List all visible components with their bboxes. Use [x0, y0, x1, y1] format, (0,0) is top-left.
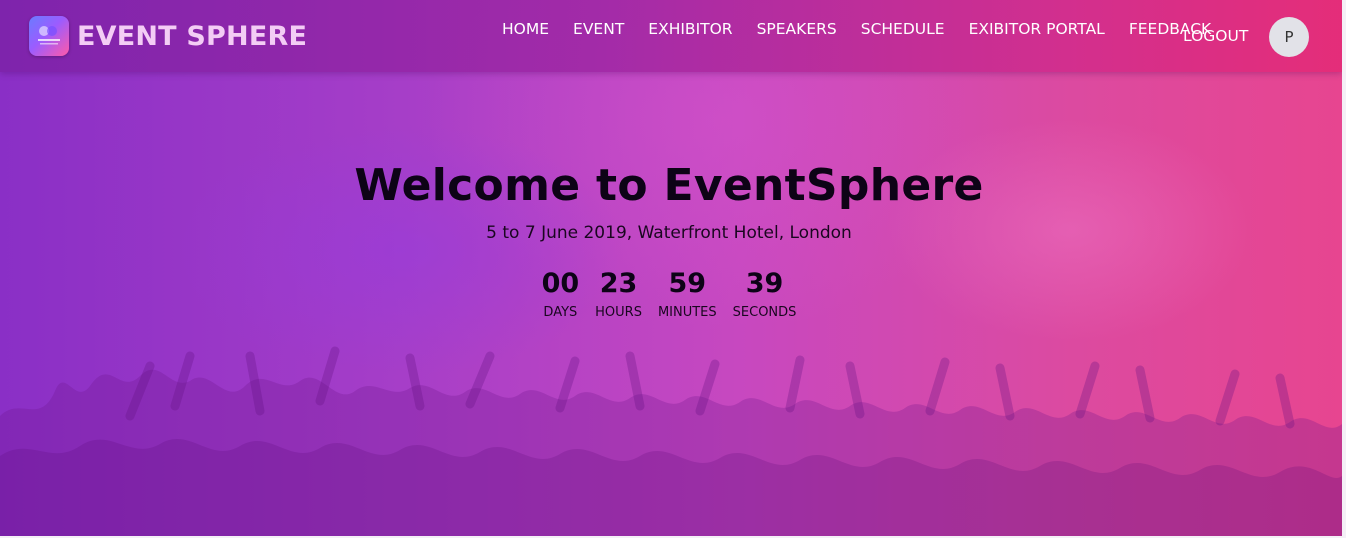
nav-item-schedule[interactable]: SCHEDULE [849, 18, 957, 40]
countdown-hours-label: HOURS [595, 305, 642, 320]
brand[interactable]: EVENT SPHERE [29, 16, 307, 56]
nav-item-exhibitor[interactable]: EXHIBITOR [636, 18, 744, 40]
countdown-hours-value: 23 [599, 268, 638, 299]
countdown-timer: 00 DAYS 23 HOURS 59 MINUTES 39 SECONDS [0, 268, 1338, 321]
page-edge-right [1342, 0, 1346, 538]
hero-title: Welcome to EventSphere [354, 160, 984, 211]
page: EVENT SPHERE HOME EVENT EXHIBITOR SPEAKE… [0, 0, 1346, 538]
countdown-seconds-value: 39 [745, 268, 784, 299]
user-avatar[interactable]: P [1269, 17, 1309, 57]
crowd-silhouette [0, 346, 1342, 536]
nav-item-exhibitor-portal[interactable]: EXIBITOR PORTAL [957, 18, 1117, 40]
nav-item-speakers[interactable]: SPEAKERS [745, 18, 849, 40]
logout-link[interactable]: LOGOUT [1183, 27, 1248, 45]
hero-subtitle: 5 to 7 June 2019, Waterfront Hotel, Lond… [486, 223, 852, 243]
nav-item-event[interactable]: EVENT [561, 18, 636, 40]
brand-name: EVENT SPHERE [77, 20, 308, 52]
event-sphere-logo-icon [29, 16, 69, 56]
countdown-minutes-value: 59 [668, 268, 707, 299]
countdown-days-value: 00 [541, 268, 580, 299]
countdown-hours: 23 HOURS [595, 268, 642, 321]
nav-links: HOME EVENT EXHIBITOR SPEAKERS SCHEDULE E… [490, 18, 1223, 40]
countdown-seconds: 39 SECONDS [732, 268, 797, 321]
countdown-seconds-label: SECONDS [732, 305, 797, 320]
nav-item-home[interactable]: HOME [490, 18, 561, 40]
countdown-minutes: 59 MINUTES [657, 268, 717, 321]
top-navbar: EVENT SPHERE HOME EVENT EXHIBITOR SPEAKE… [0, 0, 1342, 72]
countdown-days: 00 DAYS [541, 268, 580, 321]
countdown-minutes-label: MINUTES [657, 305, 717, 320]
avatar-initial: P [1284, 28, 1294, 46]
countdown-days-label: DAYS [543, 305, 578, 320]
hero-content: Welcome to EventSphere 5 to 7 June 2019,… [0, 160, 1338, 320]
